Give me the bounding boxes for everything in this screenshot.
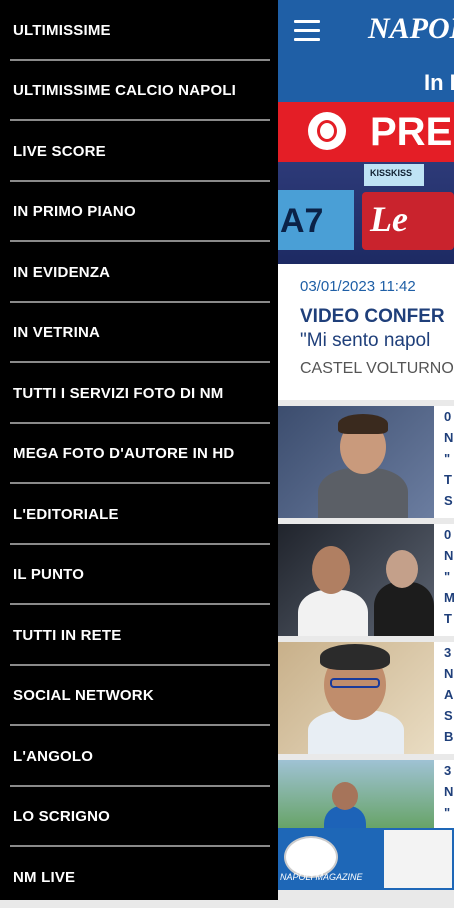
news-text-fragment: 0 N " M T bbox=[444, 527, 454, 626]
news-text-fragment: 3NASB bbox=[444, 645, 454, 744]
drawer-item-label: IL PUNTO bbox=[13, 566, 85, 584]
drawer-item-label: IN EVIDENZA bbox=[13, 263, 111, 281]
drawer-item-label: LO SCRIGNO bbox=[13, 808, 111, 826]
featured-title: VIDEO CONFER bbox=[300, 306, 445, 327]
drawer-item-label: ULTIMISSIME CALCIO NAPOLI bbox=[13, 82, 237, 100]
ad-phone-image bbox=[384, 830, 452, 888]
promo-banner[interactable]: PRE bbox=[278, 102, 454, 162]
app-logo: NAPOL bbox=[368, 12, 454, 45]
app-content: NAPOL In P PRE KISSKISS A7 Le 03/01/2023… bbox=[278, 0, 454, 900]
drawer-item-servizi-foto[interactable]: TUTTI I SERVIZI FOTO DI NM bbox=[0, 363, 278, 424]
drawer-item-label: IN PRIMO PIANO bbox=[13, 203, 136, 221]
news-item[interactable]: 3NASB bbox=[278, 642, 454, 754]
drawer-item-label: IN VETRINA bbox=[13, 324, 101, 342]
featured-location: CASTEL VOLTURNO bbox=[300, 360, 454, 377]
sponsor-text: KISSKISS bbox=[370, 168, 413, 178]
featured-image[interactable]: KISSKISS A7 Le bbox=[278, 162, 454, 264]
drawer-item-label: L'ANGOLO bbox=[13, 747, 94, 765]
drawer-item-label: TUTTI I SERVIZI FOTO DI NM bbox=[13, 384, 224, 402]
drawer-item-label: NM LIVE bbox=[13, 868, 76, 886]
backdrop-panel-right: Le bbox=[362, 192, 454, 250]
drawer-item-nm-live[interactable]: NM LIVE bbox=[0, 847, 278, 908]
drawer-item-mega-foto[interactable]: MEGA FOTO D'AUTORE IN HD bbox=[0, 424, 278, 485]
news-item[interactable]: 0 N " M T bbox=[278, 524, 454, 636]
drawer-item-in-primo-piano[interactable]: IN PRIMO PIANO bbox=[0, 182, 278, 243]
backdrop-panel-left: A7 bbox=[278, 190, 354, 250]
sponsor-board: KISSKISS bbox=[364, 164, 424, 186]
news-thumbnail bbox=[278, 406, 434, 518]
drawer-item-angolo[interactable]: L'ANGOLO bbox=[0, 726, 278, 787]
drawer-item-label: SOCIAL NETWORK bbox=[13, 687, 154, 705]
app-top-bar: NAPOL bbox=[278, 0, 454, 64]
featured-article[interactable]: 03/01/2023 11:42 VIDEO CONFER "Mi sento … bbox=[278, 264, 454, 400]
news-thumbnail bbox=[278, 642, 434, 754]
drawer-item-il-punto[interactable]: IL PUNTO bbox=[0, 545, 278, 606]
news-item[interactable]: 0 N " T S bbox=[278, 406, 454, 518]
drawer-item-ultimissime-calcio-napoli[interactable]: ULTIMISSIME CALCIO NAPOLI bbox=[0, 61, 278, 122]
news-text-fragment: 0 N " T S bbox=[444, 409, 454, 508]
navigation-drawer: ULTIMISSIME ULTIMISSIME CALCIO NAPOLI LI… bbox=[0, 0, 278, 900]
drawer-item-live-score[interactable]: LIVE SCORE bbox=[0, 121, 278, 182]
drawer-item-label: ULTIMISSIME bbox=[13, 21, 111, 39]
drawer-item-label: L'EDITORIALE bbox=[13, 505, 119, 523]
news-thumbnail bbox=[278, 524, 434, 636]
drawer-item-in-vetrina[interactable]: IN VETRINA bbox=[0, 303, 278, 364]
drawer-item-label: TUTTI IN RETE bbox=[13, 626, 122, 644]
section-header-bar: In P bbox=[278, 64, 454, 102]
promo-logo-icon bbox=[308, 112, 346, 150]
drawer-item-in-evidenza[interactable]: IN EVIDENZA bbox=[0, 242, 278, 303]
drawer-item-label: LIVE SCORE bbox=[13, 142, 106, 160]
backdrop-text-left: A7 bbox=[280, 202, 324, 240]
drawer-item-scrigno[interactable]: LO SCRIGNO bbox=[0, 787, 278, 848]
promo-text: PRE bbox=[370, 110, 453, 154]
drawer-item-ultimissime[interactable]: ULTIMISSIME bbox=[0, 0, 278, 61]
ad-label: NAPOLI MAGAZINE bbox=[280, 872, 363, 882]
drawer-item-label: MEGA FOTO D'AUTORE IN HD bbox=[13, 445, 235, 463]
drawer-item-social-network[interactable]: SOCIAL NETWORK bbox=[0, 666, 278, 727]
backdrop-text-right: Le bbox=[370, 199, 408, 239]
featured-date: 03/01/2023 11:42 bbox=[300, 278, 416, 295]
hamburger-menu-icon[interactable] bbox=[294, 20, 320, 42]
section-header-title: In P bbox=[424, 70, 454, 95]
drawer-item-editoriale[interactable]: L'EDITORIALE bbox=[0, 484, 278, 545]
bottom-ad-banner[interactable]: NAPOLI MAGAZINE bbox=[278, 828, 454, 890]
featured-subtitle: "Mi sento napol bbox=[300, 330, 431, 351]
drawer-item-tutti-in-rete[interactable]: TUTTI IN RETE bbox=[0, 605, 278, 666]
